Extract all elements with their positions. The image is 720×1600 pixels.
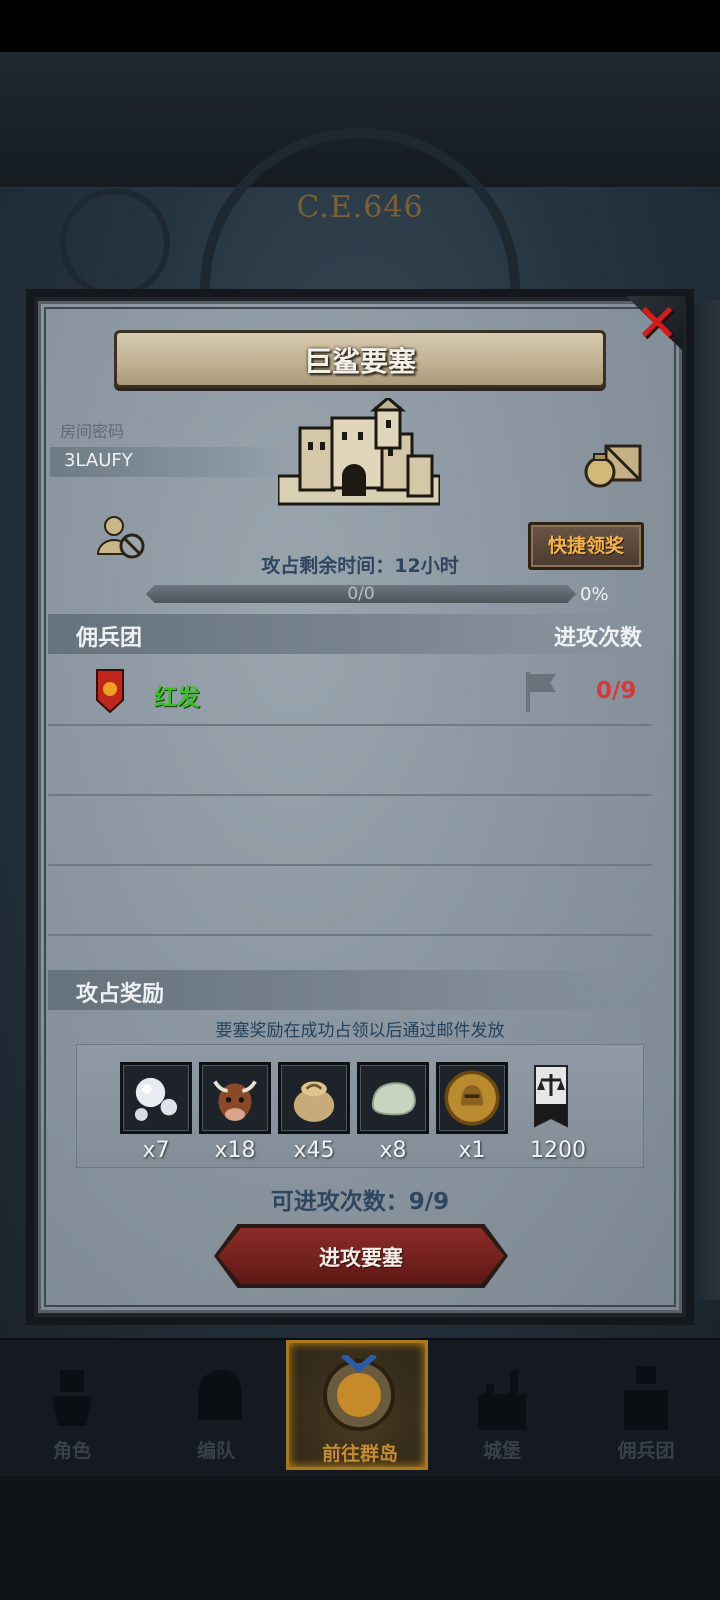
mercenary-icon xyxy=(624,1366,668,1430)
nav-item-islands[interactable]: 前往群岛 xyxy=(286,1340,428,1470)
reward-count: x18 xyxy=(214,1138,256,1163)
nav-item-formation[interactable]: 编队 xyxy=(144,1340,288,1470)
justice-banner-icon xyxy=(534,1065,568,1128)
nav-label: 角色 xyxy=(52,1440,91,1462)
empty-row xyxy=(48,796,652,866)
reward-banner[interactable] xyxy=(515,1062,587,1134)
nav-label: 城堡 xyxy=(482,1440,521,1462)
progress-text: 0/0 xyxy=(347,584,375,604)
reward-header-label: 攻占奖励 xyxy=(76,982,165,1007)
reward-header: 攻占奖励 xyxy=(48,970,652,1010)
mercenary-header: 佣兵团 进攻次数 xyxy=(48,614,652,654)
island-compass-icon xyxy=(323,1355,395,1431)
nav-item-castle[interactable]: 城堡 xyxy=(430,1340,574,1470)
reward-pearl[interactable] xyxy=(120,1062,192,1134)
knight-icon xyxy=(52,1370,92,1426)
reward-note: 要塞奖励在成功占领以后通过邮件发放 xyxy=(215,1021,505,1041)
nav-item-mercenary[interactable]: 佣兵团 xyxy=(574,1340,718,1470)
reward-count: x8 xyxy=(379,1138,407,1163)
reward-grain[interactable] xyxy=(278,1062,350,1134)
guild-shield-icon xyxy=(96,669,124,713)
mercenary-attack-count: 0/9 xyxy=(596,678,637,704)
nav-label: 佣兵团 xyxy=(617,1440,675,1462)
nav-item-character[interactable]: 角色 xyxy=(0,1340,144,1470)
bottom-area xyxy=(0,1476,720,1600)
close-icon[interactable]: ✕ xyxy=(632,298,682,350)
flag-icon xyxy=(526,672,556,712)
dialog-title: 巨鲨要塞 xyxy=(303,345,416,378)
mercenary-header-label: 佣兵团 xyxy=(76,626,143,651)
occupy-timer: 攻占剩余时间：12小时 xyxy=(261,555,459,577)
era-label: C.E.646 xyxy=(296,190,424,225)
progress-percent: 0% xyxy=(580,584,609,605)
nav-label: 编队 xyxy=(196,1440,235,1462)
attack-count-header: 进攻次数 xyxy=(553,626,642,651)
room-code-label: 房间密码 xyxy=(60,422,125,441)
reward-cattle[interactable] xyxy=(199,1062,271,1134)
mercenary-row[interactable] xyxy=(48,656,652,726)
reward-coin[interactable] xyxy=(436,1062,508,1134)
knight-coin-icon xyxy=(444,1070,500,1126)
reward-count: x1 xyxy=(458,1138,486,1163)
pearl-icon xyxy=(134,1077,178,1121)
cattle-icon xyxy=(213,1080,257,1121)
empty-row xyxy=(48,726,652,796)
reward-count: x7 xyxy=(142,1138,170,1163)
reward-count: x45 xyxy=(293,1138,335,1163)
status-bar xyxy=(0,0,720,52)
stone-icon xyxy=(371,1082,416,1116)
helmet-icon xyxy=(198,1370,242,1420)
castle-nav-icon xyxy=(478,1370,526,1430)
grain-sack-icon xyxy=(293,1081,335,1122)
nav-label: 前往群岛 xyxy=(321,1443,398,1465)
castle-icon xyxy=(278,398,440,506)
attacks-available: 可进攻次数：9/9 xyxy=(270,1189,450,1215)
reward-count: 1200 xyxy=(530,1138,586,1163)
mercenary-name: 红发 xyxy=(154,685,200,711)
supply-bag-icon[interactable] xyxy=(584,438,644,488)
attack-fortress-label[interactable]: 进攻要塞 xyxy=(218,1242,504,1272)
empty-row xyxy=(48,866,652,936)
reward-stone[interactable] xyxy=(357,1062,429,1134)
room-code-value[interactable]: 3LAUFY xyxy=(64,450,133,471)
